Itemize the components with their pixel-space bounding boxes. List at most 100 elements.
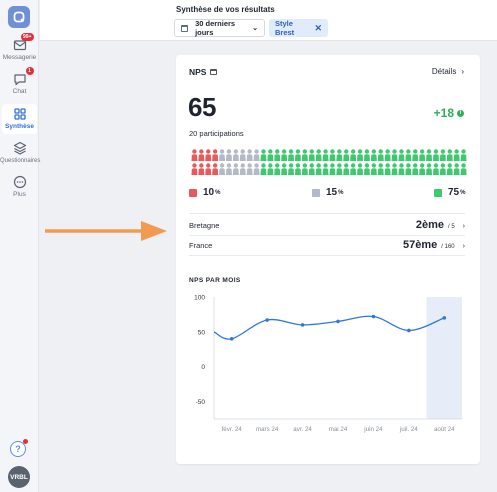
person-figure — [460, 163, 467, 175]
sidebar-item-label: Chat — [12, 88, 27, 95]
info-icon[interactable]: i — [457, 109, 464, 117]
person-figure — [439, 163, 446, 175]
person-figure — [322, 163, 329, 175]
person-figure — [274, 163, 281, 175]
sidebar-item-messagerie[interactable]: 99+ Messagerie — [0, 33, 39, 61]
person-figure — [267, 149, 274, 161]
nps-score: 65 — [188, 92, 216, 122]
chat-icon: 1 — [13, 67, 34, 86]
x-tick-label: mai 24 — [329, 426, 348, 433]
person-figure — [357, 149, 364, 161]
details-link[interactable]: Détails › — [432, 67, 464, 76]
person-figure — [191, 163, 198, 175]
sidebar-item-questionnaires[interactable]: Questionnaires — [0, 141, 40, 164]
top-header: Synthèse de vos résultats 30 derniers jo… — [40, 0, 497, 41]
person-figure — [391, 163, 398, 175]
person-figure — [405, 149, 412, 161]
person-figure — [329, 149, 336, 161]
person-figure — [205, 149, 212, 161]
x-tick-label: mars 24 — [256, 426, 279, 433]
person-figure — [412, 163, 419, 175]
person-figure — [432, 149, 439, 161]
person-figure — [336, 163, 343, 175]
data-point[interactable] — [300, 323, 305, 327]
ranking-total: / 5 — [447, 224, 455, 230]
participants-pictogram — [191, 149, 467, 175]
nps-card-title: NPS — [189, 67, 218, 77]
person-figure — [419, 149, 426, 161]
person-figure — [205, 163, 212, 175]
close-icon[interactable]: ✕ — [314, 23, 322, 34]
data-point[interactable] — [442, 316, 447, 320]
highlight-band — [426, 297, 462, 419]
sidebar-item-label: Plus — [13, 191, 26, 198]
nps-title: NPS — [189, 67, 207, 77]
divider — [189, 255, 465, 256]
person-figure — [453, 149, 460, 161]
divider — [189, 235, 465, 236]
ranking-position: 2ème — [415, 219, 444, 231]
person-figure — [301, 163, 308, 175]
percent-unit: % — [460, 189, 466, 196]
avatar[interactable]: VRBL — [8, 466, 30, 488]
person-figure — [315, 149, 322, 161]
nps-monthly-chart[interactable]: 100 50 0 -50 févr. 24 mars 24 avr. 24 mai 24 jui… — [176, 291, 480, 441]
messagerie-badge: 99+ — [21, 33, 34, 41]
person-figure — [253, 149, 260, 161]
data-point[interactable] — [229, 337, 234, 341]
group-label: Style Brest — [275, 19, 295, 37]
chevron-right-icon: › — [462, 223, 465, 230]
person-figure — [239, 163, 246, 175]
person-figure — [357, 163, 364, 175]
sidebar-item-plus[interactable]: Plus — [0, 175, 39, 198]
person-figure — [377, 163, 384, 175]
person-figure — [370, 163, 377, 175]
data-point[interactable] — [407, 328, 411, 333]
x-tick-label: juin 24 — [363, 426, 383, 433]
person-figure — [363, 163, 370, 175]
person-figure — [439, 149, 446, 161]
help-notification-dot — [23, 439, 28, 444]
person-figure — [322, 149, 329, 161]
person-figure — [350, 163, 357, 175]
period-select[interactable]: 30 derniers jours ⌄ — [174, 19, 265, 37]
y-tick-label: 100 — [194, 295, 205, 302]
chevron-right-icon: › — [462, 243, 465, 250]
ranking-row-bretagne[interactable]: Bretagne 2ème / 5 › — [189, 217, 465, 233]
person-figure — [267, 163, 274, 175]
nps-delta: +18 i — [434, 106, 464, 120]
legend-detractors: 10% — [189, 187, 220, 198]
arrow-annotation — [45, 221, 167, 241]
person-figure — [426, 149, 433, 161]
person-figure — [419, 163, 426, 175]
data-point[interactable] — [371, 314, 376, 319]
ranking-row-france[interactable]: France 57ème / 160 › — [189, 237, 465, 253]
person-figure — [446, 163, 453, 175]
person-figure — [412, 149, 419, 161]
sidebar-item-synthese[interactable]: Synthèse — [2, 104, 37, 134]
nps-series-line — [213, 315, 445, 340]
y-tick-label: 50 — [198, 329, 206, 336]
x-tick-label: août 24 — [434, 426, 455, 433]
monthly-chart-title: NPS PAR MOIS — [189, 277, 241, 284]
app-logo[interactable] — [8, 6, 30, 28]
chevron-down-icon: ⌄ — [252, 25, 258, 32]
person-figure — [391, 149, 398, 161]
data-point[interactable] — [336, 319, 340, 324]
x-tick-label: avr. 24 — [293, 426, 312, 433]
person-figure — [308, 149, 315, 161]
data-point[interactable] — [265, 318, 269, 322]
person-figure — [246, 163, 253, 175]
person-figure — [398, 163, 405, 175]
legend-promoters: 75% — [434, 187, 465, 198]
y-tick-label: -50 — [196, 399, 206, 406]
person-figure — [274, 149, 281, 161]
promoter-percent: 75 — [448, 187, 460, 198]
sidebar-item-label: Messagerie — [2, 54, 37, 61]
person-figure — [384, 149, 391, 161]
group-filter-chip[interactable]: Style Brest ✕ — [269, 19, 328, 37]
person-figure — [281, 149, 288, 161]
sidebar-item-label: Synthèse — [5, 123, 34, 130]
y-tick-label: 0 — [201, 364, 205, 371]
sidebar-item-chat[interactable]: 1 Chat — [0, 67, 39, 95]
